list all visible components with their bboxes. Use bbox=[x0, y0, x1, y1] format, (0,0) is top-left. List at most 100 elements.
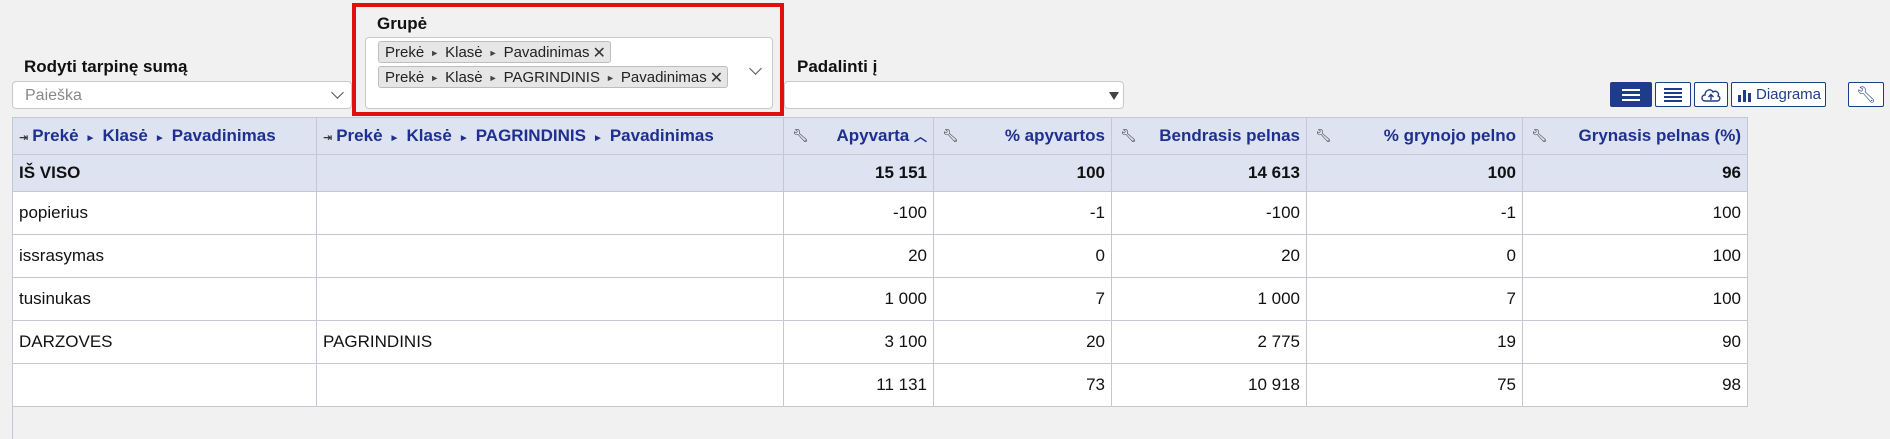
table-cell: 1 000 bbox=[1111, 277, 1307, 321]
table-row[interactable]: tusinukas 1 000 7 1 000 7 100 bbox=[12, 277, 1748, 321]
header-label: Grynasis pelnas (%) bbox=[1578, 126, 1741, 145]
table-cell: 2 775 bbox=[1111, 320, 1307, 364]
tag-part: Klasė bbox=[445, 44, 483, 61]
group-multiselect[interactable]: Prekė ► Klasė ► Pavadinimas ✕ Prekė ► Kl… bbox=[365, 37, 773, 109]
wrench-icon[interactable]: 🔧︎ bbox=[792, 128, 809, 144]
table-cell: 90 bbox=[1522, 320, 1748, 364]
remove-tag-icon[interactable]: ✕ bbox=[710, 68, 723, 88]
wrench-icon: 🔧︎ bbox=[1855, 86, 1877, 104]
wrench-icon[interactable]: 🔧︎ bbox=[1531, 128, 1548, 144]
table-header-row: ⇥ Prekė ► Klasė ► Pavadinimas ⇥ Prekė ► Klasė ► PA… bbox=[12, 117, 1748, 155]
header-label: Apyvarta bbox=[836, 126, 910, 145]
arrow-right-icon: ► bbox=[430, 47, 440, 58]
column-header-net-profit-percent[interactable]: 🔧︎ % grynojo pelno bbox=[1306, 117, 1523, 155]
header-label: % grynojo pelno bbox=[1383, 126, 1516, 145]
table-cell: issrasymas bbox=[12, 234, 317, 278]
table-cell: PAGRINDINIS bbox=[316, 320, 784, 364]
compact-list-icon bbox=[1664, 87, 1682, 102]
split-select[interactable] bbox=[784, 81, 1124, 109]
list-view-icon bbox=[1622, 88, 1640, 101]
table-row[interactable]: 11 131 73 10 918 75 98 bbox=[12, 363, 1748, 407]
header-label: Bendrasis pelnas bbox=[1159, 126, 1300, 145]
arrow-right-icon: ► bbox=[488, 72, 498, 83]
tag-part: Pavadinimas bbox=[620, 69, 707, 86]
header-part: Prekė bbox=[32, 126, 79, 145]
table-cell: popierius bbox=[12, 191, 317, 235]
header-part: Klasė bbox=[102, 126, 148, 145]
column-header-gross-profit[interactable]: 🔧︎ Bendrasis pelnas bbox=[1111, 117, 1307, 155]
subtotal-placeholder: Paieška bbox=[25, 87, 82, 104]
table-cell: 20 bbox=[783, 234, 934, 278]
tag-part: Pavadinimas bbox=[503, 44, 590, 61]
table-cell bbox=[316, 234, 784, 278]
table-row[interactable]: DARZOVES PAGRINDINIS 3 100 20 2 775 19 9… bbox=[12, 320, 1748, 364]
header-part: Klasė bbox=[406, 126, 452, 145]
table-cell: 10 918 bbox=[1111, 363, 1307, 407]
arrow-right-icon: ► bbox=[592, 133, 603, 144]
table-cell: 100 bbox=[933, 154, 1112, 192]
arrow-right-icon: ► bbox=[154, 133, 165, 144]
settings-button[interactable]: 🔧︎ bbox=[1848, 82, 1884, 107]
tag-part: Klasė bbox=[445, 69, 483, 86]
header-part: Pavadinimas bbox=[171, 126, 276, 145]
upload-button[interactable] bbox=[1694, 82, 1728, 107]
table-cell: DARZOVES bbox=[12, 320, 317, 364]
table-cell: -100 bbox=[1111, 191, 1307, 235]
arrow-right-icon: ► bbox=[430, 72, 440, 83]
header-part: PAGRINDINIS bbox=[475, 126, 586, 145]
table-cell: 96 bbox=[1522, 154, 1748, 192]
table-row[interactable]: popierius -100 -1 -100 -1 100 bbox=[12, 191, 1748, 235]
table-row[interactable]: issrasymas 20 0 20 0 100 bbox=[12, 234, 1748, 278]
pin-icon: ⇥ bbox=[19, 132, 29, 144]
arrow-right-icon: ► bbox=[458, 133, 469, 144]
pin-icon: ⇥ bbox=[323, 132, 333, 144]
wrench-icon[interactable]: 🔧︎ bbox=[1315, 128, 1332, 144]
table-cell: 0 bbox=[1306, 234, 1523, 278]
chevron-down-icon bbox=[331, 86, 344, 99]
compact-list-button[interactable] bbox=[1655, 82, 1691, 107]
table-cell: -100 bbox=[783, 191, 934, 235]
table-cell bbox=[316, 154, 784, 192]
table-cell: -1 bbox=[933, 191, 1112, 235]
table-cell: 7 bbox=[1306, 277, 1523, 321]
column-header-net-profit[interactable]: 🔧︎ Grynasis pelnas (%) bbox=[1522, 117, 1748, 155]
list-view-button[interactable] bbox=[1610, 82, 1652, 107]
remove-tag-icon[interactable]: ✕ bbox=[592, 43, 605, 63]
table-cell: 15 151 bbox=[783, 154, 934, 192]
group-tag[interactable]: Prekė ► Klasė ► Pavadinimas ✕ bbox=[378, 41, 611, 63]
header-part: Pavadinimas bbox=[609, 126, 714, 145]
table-cell bbox=[316, 191, 784, 235]
arrow-right-icon: ► bbox=[605, 72, 615, 83]
arrow-right-icon: ► bbox=[488, 47, 498, 58]
column-header-item-class[interactable]: ⇥ Prekė ► Klasė ► PAGRINDINIS ► Pavadinimas bbox=[316, 117, 784, 155]
table-cell: -1 bbox=[1306, 191, 1523, 235]
group-tag[interactable]: Prekė ► Klasė ► PAGRINDINIS ► Pavadinima… bbox=[378, 66, 729, 88]
report-table: ⇥ Prekė ► Klasė ► Pavadinimas ⇥ Prekė ► Klasė ► PA… bbox=[12, 117, 1748, 407]
diagram-button[interactable]: Diagrama bbox=[1731, 82, 1826, 107]
chevron-down-icon[interactable] bbox=[749, 62, 762, 75]
table-cell: 75 bbox=[1306, 363, 1523, 407]
subtotal-select[interactable]: Paieška bbox=[12, 81, 352, 109]
table-cell: IŠ VISO bbox=[12, 154, 317, 192]
column-header-turnover[interactable]: 🔧︎ Apyvarta ︿ bbox=[783, 117, 934, 155]
table-cell: 20 bbox=[1111, 234, 1307, 278]
cloud-upload-icon bbox=[1701, 88, 1721, 102]
table-cell: 14 613 bbox=[1111, 154, 1307, 192]
table-cell: 19 bbox=[1306, 320, 1523, 364]
subtotal-label: Rodyti tarpinę sumą bbox=[24, 57, 188, 76]
table-cell: 73 bbox=[933, 363, 1112, 407]
table-cell: 98 bbox=[1522, 363, 1748, 407]
wrench-icon[interactable]: 🔧︎ bbox=[942, 128, 959, 144]
total-row: IŠ VISO 15 151 100 14 613 100 96 bbox=[12, 154, 1748, 192]
group-label: Grupė bbox=[377, 14, 428, 33]
arrow-right-icon: ► bbox=[85, 133, 96, 144]
table-cell bbox=[316, 277, 784, 321]
table-cell: 7 bbox=[933, 277, 1112, 321]
sort-ascending-icon[interactable]: ︿ bbox=[914, 129, 927, 144]
table-cell: 100 bbox=[1522, 277, 1748, 321]
column-header-turnover-percent[interactable]: 🔧︎ % apyvartos bbox=[933, 117, 1112, 155]
table-cell: 11 131 bbox=[783, 363, 934, 407]
wrench-icon[interactable]: 🔧︎ bbox=[1120, 128, 1137, 144]
column-header-item[interactable]: ⇥ Prekė ► Klasė ► Pavadinimas bbox=[12, 117, 317, 155]
table-cell: 0 bbox=[933, 234, 1112, 278]
